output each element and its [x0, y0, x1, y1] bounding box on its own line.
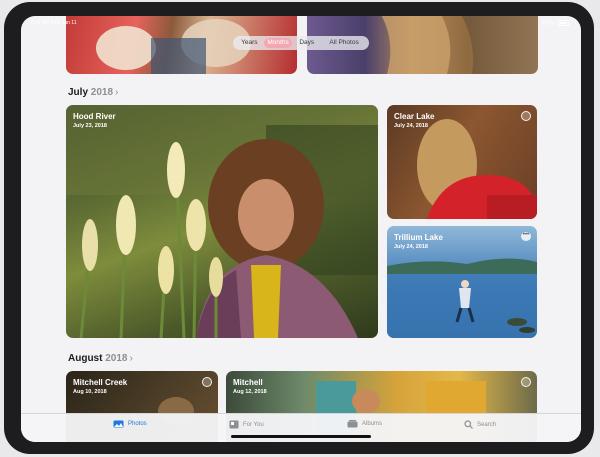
card-title: Trillium Lake	[394, 233, 443, 242]
section-month: August	[68, 353, 103, 364]
home-indicator[interactable]	[231, 435, 371, 438]
card-title: Mitchell Creek	[73, 378, 128, 387]
status-time: 9:41 AM Mon Jun 11	[31, 20, 77, 26]
search-icon	[464, 420, 473, 429]
photo-card-trillium-lake[interactable]: Trillium Lake July 24, 2018 •••	[387, 226, 537, 338]
section-year: 2018	[105, 353, 128, 364]
card-title: Clear Lake	[394, 112, 435, 121]
card-date: July 24, 2018	[394, 123, 428, 129]
segment-days[interactable]: Days	[292, 38, 321, 48]
section-header-july[interactable]: July 2018 ›	[68, 87, 118, 98]
card-title: Mitchell	[233, 378, 263, 387]
segment-months[interactable]: Months	[263, 38, 293, 48]
select-circle-icon[interactable]	[521, 377, 531, 387]
status-bar: 9:41 AM Mon Jun 11 100%	[21, 16, 581, 28]
segment-all-photos[interactable]: All Photos	[321, 38, 367, 48]
trillium-lake-image	[387, 258, 537, 338]
battery-icon	[558, 20, 569, 26]
section-year: 2018	[90, 87, 114, 98]
hood-river-image	[66, 105, 378, 338]
select-circle-icon[interactable]	[202, 377, 212, 387]
card-date: July 24, 2018	[394, 244, 428, 250]
card-date: Aug 10, 2018	[73, 389, 107, 395]
tab-albums[interactable]: Albums	[347, 420, 382, 428]
chevron-right-icon: ›	[129, 353, 133, 364]
screen: 9:41 AM Mon Jun 11 100% Years Months Day…	[21, 16, 581, 442]
section-header-august[interactable]: August 2018 ›	[68, 353, 133, 364]
photo-card-hood-river[interactable]: Hood River July 23, 2018	[66, 105, 378, 338]
card-title: Hood River	[73, 112, 116, 121]
tab-label: Albums	[362, 421, 383, 427]
more-options-icon[interactable]: •••	[521, 232, 531, 241]
battery-indicator: 100%	[542, 20, 569, 26]
photos-icon	[113, 420, 124, 428]
tab-search[interactable]: Search	[464, 420, 496, 429]
tab-for-you[interactable]: For You	[229, 420, 264, 429]
ipad-frame: 9:41 AM Mon Jun 11 100% Years Months Day…	[4, 2, 594, 454]
card-date: July 23, 2018	[73, 123, 107, 129]
tab-label: For You	[243, 421, 264, 428]
section-month: July	[68, 87, 89, 98]
select-circle-icon[interactable]	[521, 111, 531, 121]
tab-label: Search	[477, 421, 497, 428]
albums-icon	[347, 420, 358, 428]
for-you-icon	[229, 420, 239, 429]
chevron-right-icon: ›	[115, 87, 119, 98]
tab-photos[interactable]: Photos	[113, 420, 147, 428]
view-segmented-control: Years Months Days All Photos	[233, 36, 369, 50]
battery-percent: 100%	[541, 20, 555, 27]
card-date: Aug 12, 2018	[233, 389, 267, 395]
photo-card-clear-lake[interactable]: Clear Lake July 24, 2018	[387, 105, 537, 219]
segment-years[interactable]: Years	[235, 38, 264, 48]
tab-label: Photos	[128, 421, 147, 427]
